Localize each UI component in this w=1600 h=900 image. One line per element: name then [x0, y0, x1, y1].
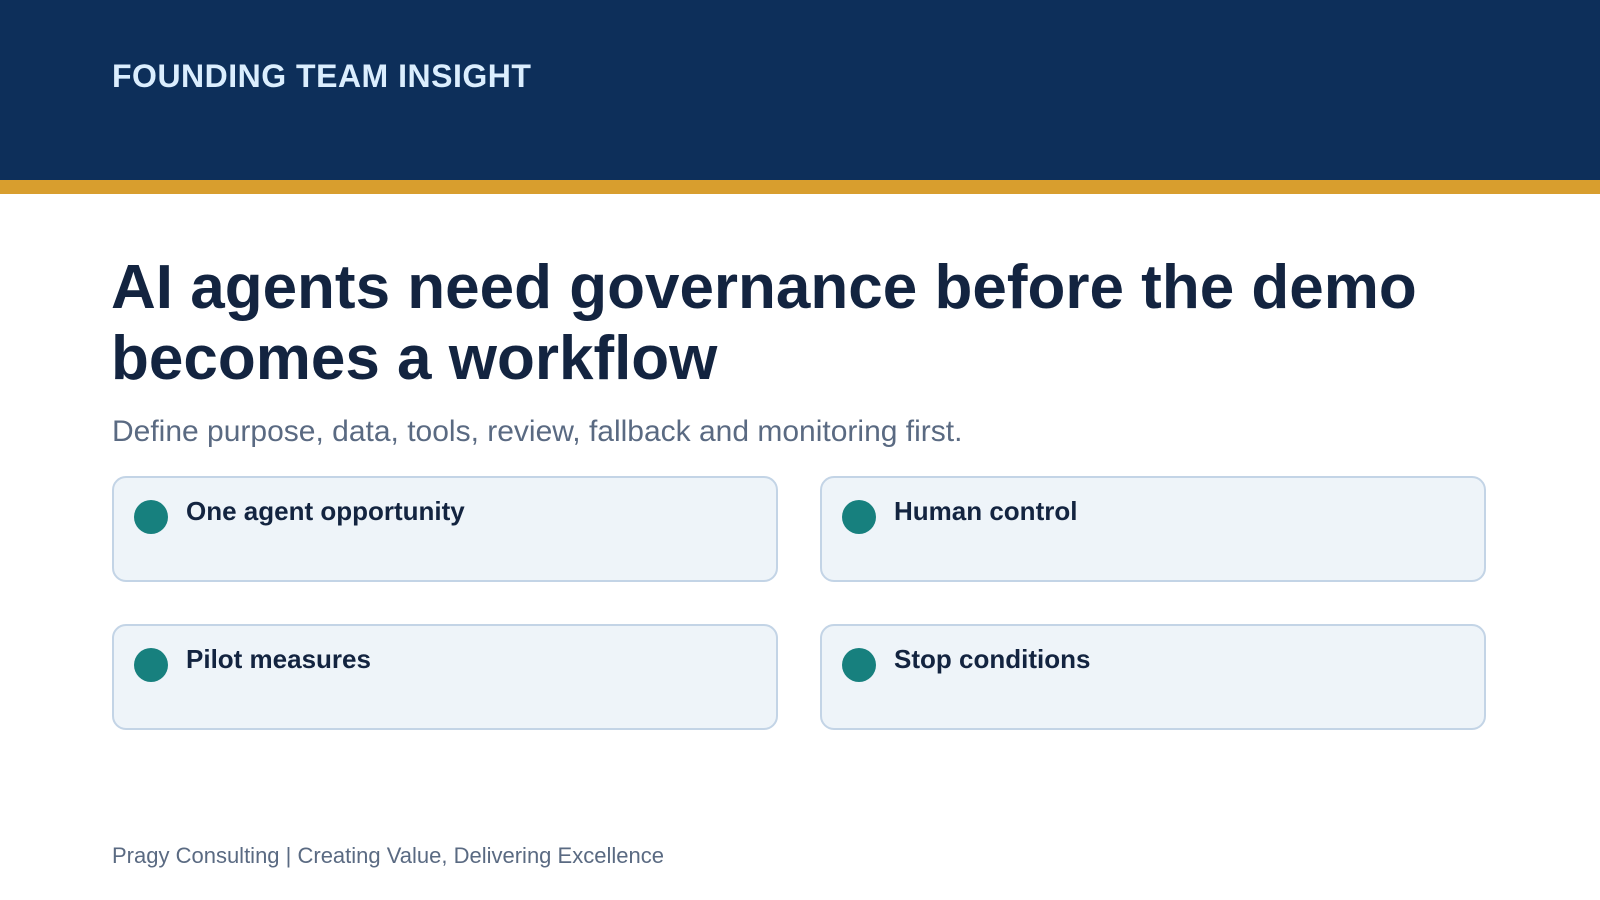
- slide-subtitle: Define purpose, data, tools, review, fal…: [112, 415, 963, 448]
- card-one-agent-opportunity: One agent opportunity: [112, 476, 778, 582]
- footer-tagline: Pragy Consulting | Creating Value, Deliv…: [112, 843, 664, 868]
- bullet-dot-icon: [134, 648, 168, 682]
- card-label: Pilot measures: [186, 644, 371, 674]
- header-banner: FOUNDING TEAM INSIGHT: [0, 0, 1600, 180]
- section-kicker: FOUNDING TEAM INSIGHT: [112, 58, 532, 94]
- card-pilot-measures: Pilot measures: [112, 624, 778, 730]
- bullet-dot-icon: [842, 500, 876, 534]
- card-label: One agent opportunity: [186, 496, 465, 526]
- card-label: Human control: [894, 496, 1078, 526]
- card-label: Stop conditions: [894, 644, 1091, 674]
- card-human-control: Human control: [820, 476, 1486, 582]
- bullet-dot-icon: [134, 500, 168, 534]
- accent-divider: [0, 180, 1600, 194]
- card-stop-conditions: Stop conditions: [820, 624, 1486, 730]
- bullet-dot-icon: [842, 648, 876, 682]
- slide-title: AI agents need governance before the dem…: [111, 253, 1417, 393]
